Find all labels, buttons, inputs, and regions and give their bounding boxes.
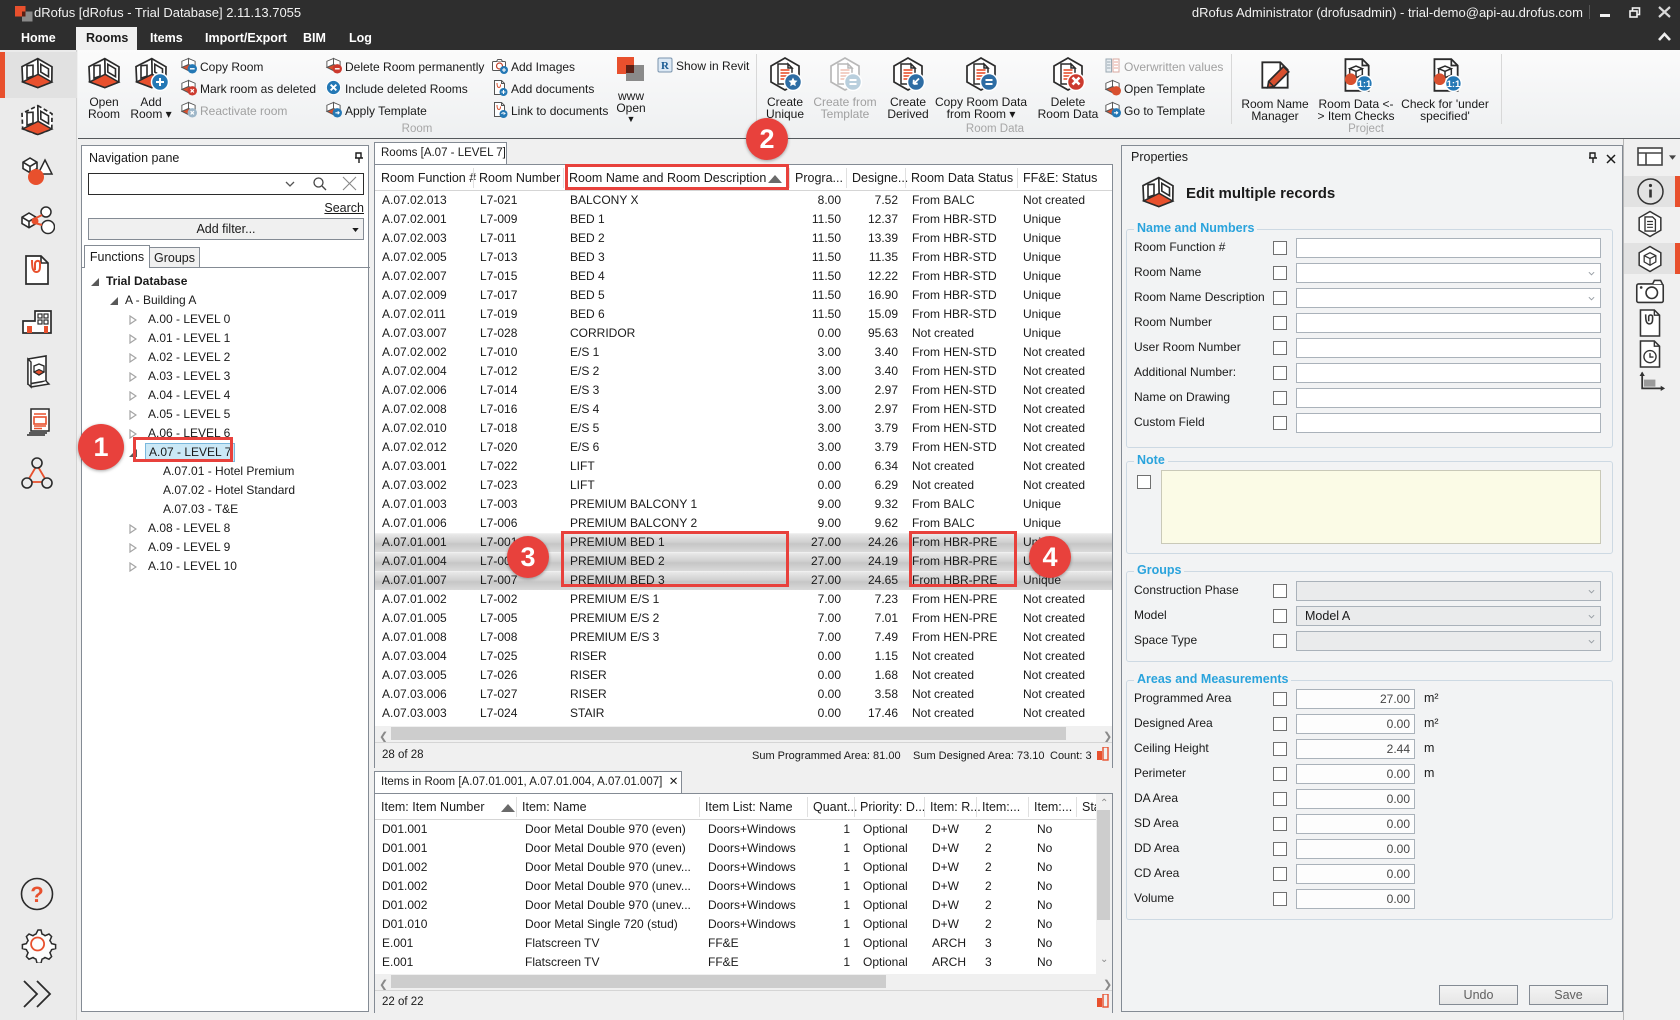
svg-text:?: ? [30,882,43,907]
svg-text:1:1: 1:1 [1358,79,1372,90]
svg-text:1:1: 1:1 [1447,79,1461,90]
svg-text:R: R [661,60,670,72]
